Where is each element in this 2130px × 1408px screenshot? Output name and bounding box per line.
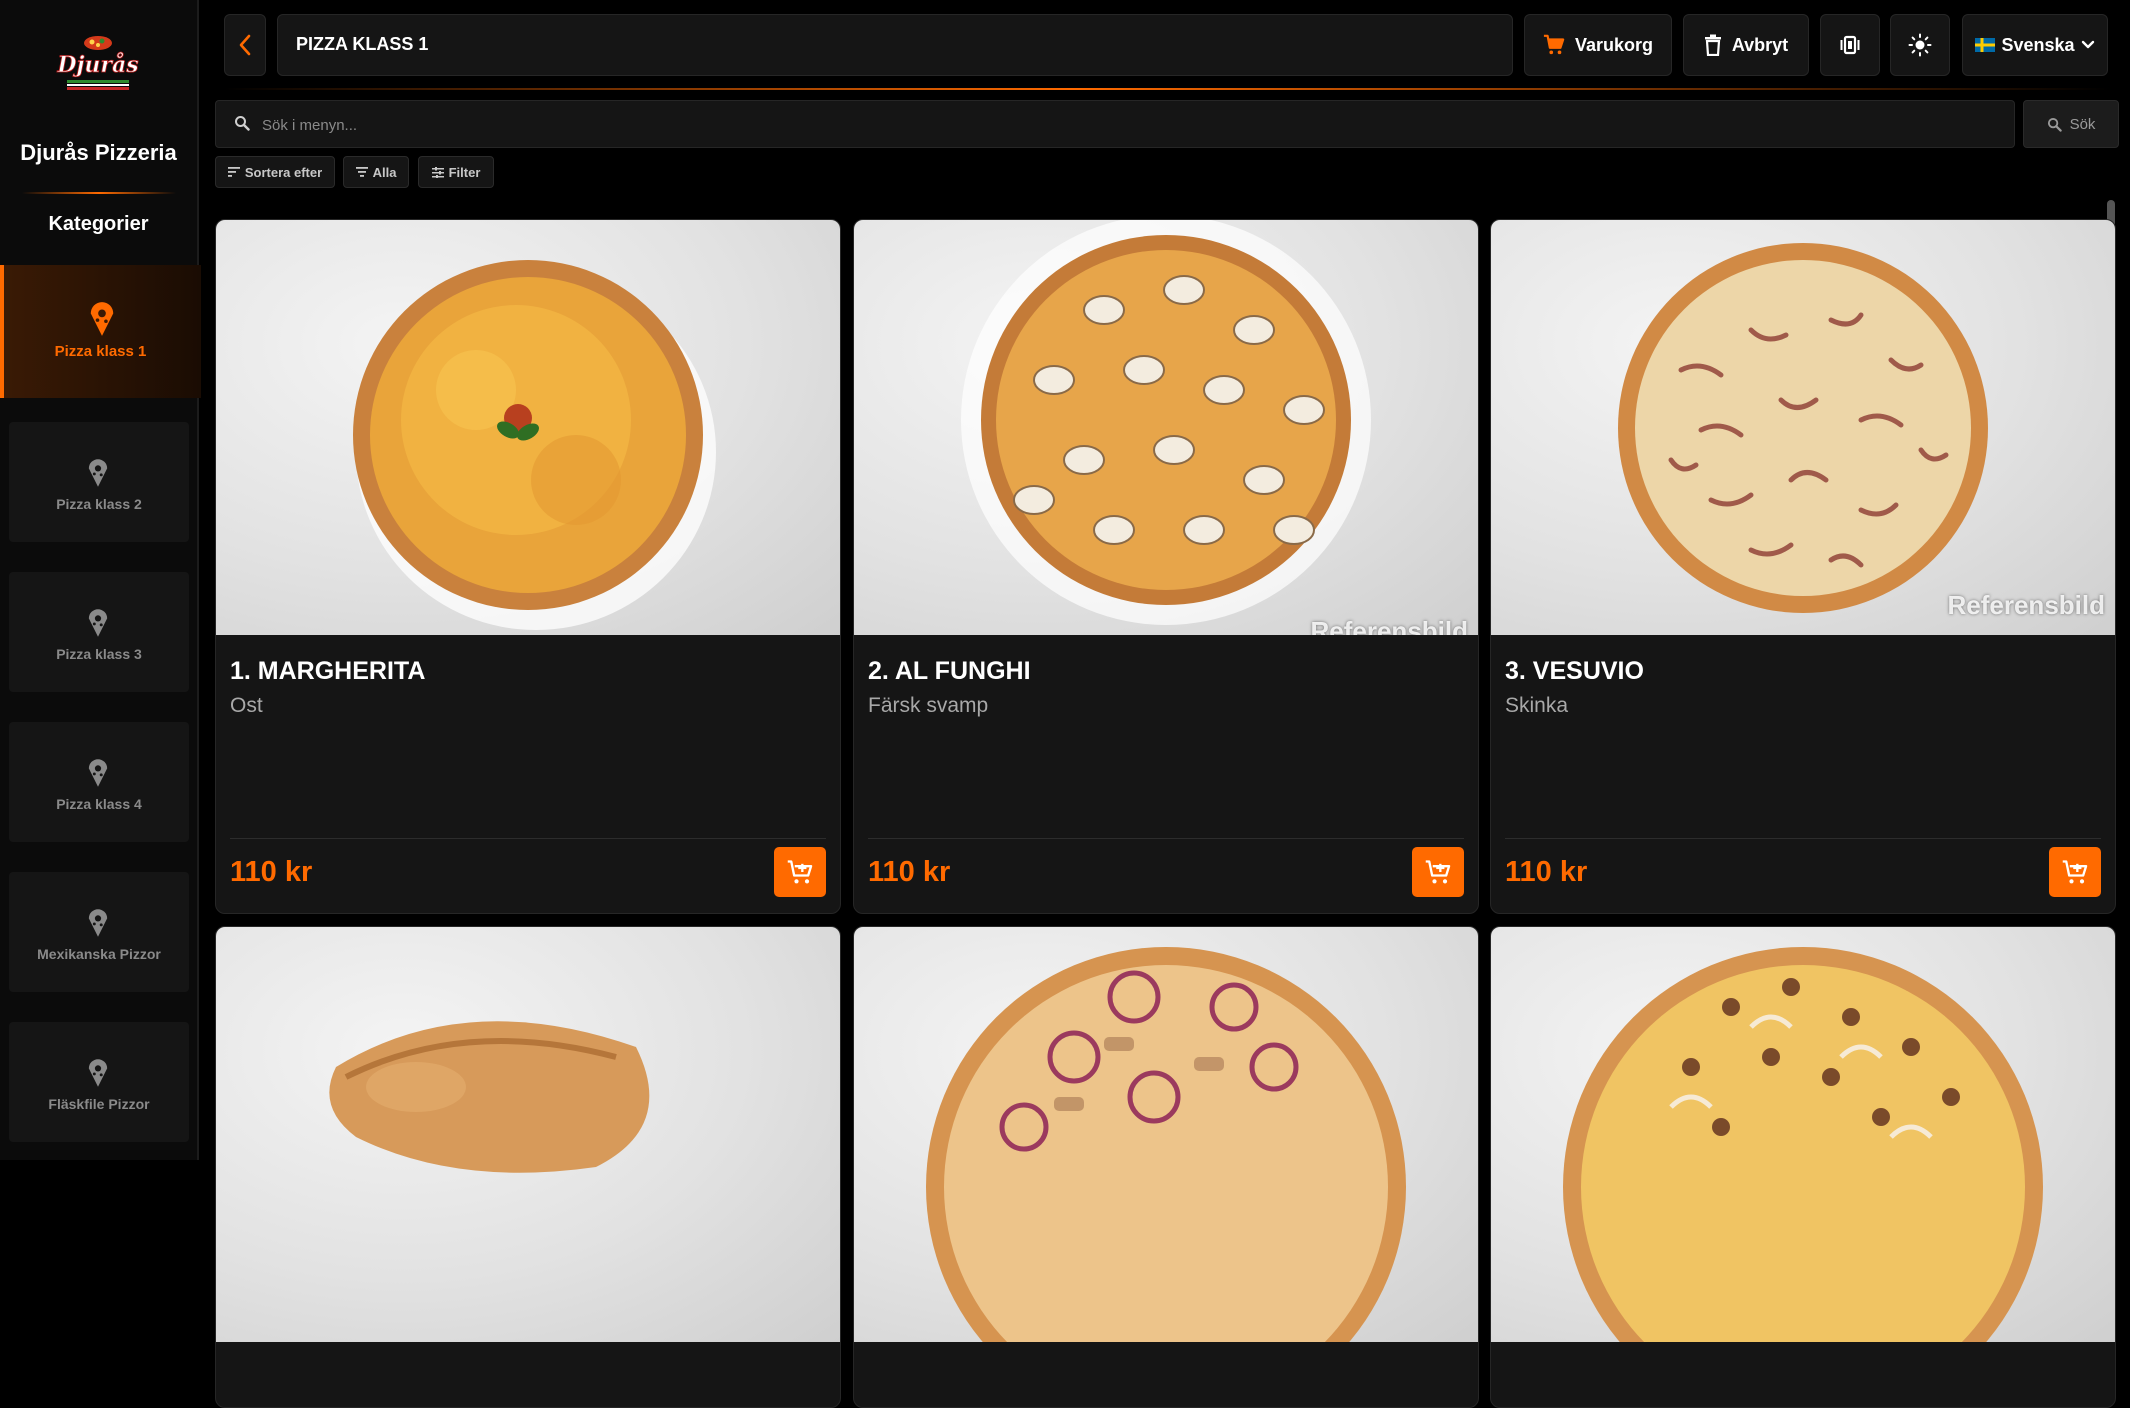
sliders-icon xyxy=(431,166,444,178)
sidebar-item-pizza-klass-3[interactable]: Pizza klass 3 xyxy=(9,572,189,692)
cancel-label: Avbryt xyxy=(1731,34,1789,55)
filter-lines-icon xyxy=(355,167,368,177)
pizza-slice-pin-icon xyxy=(90,302,114,336)
product-description: Ost xyxy=(230,694,263,717)
sidebar-item-label: Pizza klass 3 xyxy=(56,646,142,662)
product-description: Skinka xyxy=(1505,694,1569,717)
vibrate-icon xyxy=(1840,35,1860,55)
page-title-bar: PIZZA KLASS 1 xyxy=(277,14,1513,76)
language-label: Svenska xyxy=(2001,34,2075,55)
sidebar-item-label: Pizza klass 1 xyxy=(54,343,147,360)
product-name: 2. AL FUNGHI xyxy=(868,657,1031,685)
page-title: PIZZA KLASS 1 xyxy=(296,34,429,54)
sidebar: Djurås Djurås Pizzeria Kategorier Pizza … xyxy=(0,0,201,1160)
back-button[interactable] xyxy=(224,14,266,76)
pizza-slice-pin-icon xyxy=(88,909,108,937)
sidebar-item-label: Fläskfile Pizzor xyxy=(48,1096,150,1112)
brand-divider xyxy=(22,192,176,194)
search-box xyxy=(215,100,2015,148)
header-divider xyxy=(224,88,2110,90)
sort-icon xyxy=(227,167,240,177)
filter-button[interactable]: Filter xyxy=(418,156,494,188)
categories-title: Kategorier xyxy=(48,213,149,235)
product-card-calzone[interactable] xyxy=(215,926,841,1408)
brand-logo[interactable]: Djurås xyxy=(55,30,141,98)
product-image xyxy=(216,220,840,635)
pizza-slice-pin-icon xyxy=(88,1059,108,1087)
chevron-left-icon xyxy=(239,34,251,56)
cart-button[interactable]: Varukorg xyxy=(1524,14,1672,76)
add-to-cart-button[interactable] xyxy=(774,847,826,897)
product-name: 3. VESUVIO xyxy=(1505,657,1644,685)
pizza-slice-pin-icon xyxy=(88,609,108,637)
product-card-tuna[interactable] xyxy=(853,926,1479,1408)
product-image xyxy=(1491,927,2115,1342)
sidebar-item-label: Mexikanska Pizzor xyxy=(37,946,161,962)
product-card-margherita[interactable]: 1. MARGHERITA Ost 110 kr xyxy=(215,219,841,914)
product-image xyxy=(216,927,840,1342)
vibrate-button[interactable] xyxy=(1820,14,1880,76)
svg-text:Djurås: Djurås xyxy=(56,52,138,78)
cart-label: Varukorg xyxy=(1574,34,1654,55)
sun-icon xyxy=(1908,33,1932,57)
sidebar-item-label: Pizza klass 2 xyxy=(56,496,142,512)
product-price: 110 kr xyxy=(868,856,951,888)
theme-toggle-button[interactable] xyxy=(1890,14,1950,76)
search-button-label: Sök xyxy=(2069,115,2096,133)
trash-icon xyxy=(1704,34,1721,56)
search-icon xyxy=(235,116,250,131)
reference-watermark: Referensbild xyxy=(1947,590,2106,620)
pizza-slice-pin-icon xyxy=(88,459,108,487)
product-image xyxy=(854,927,1478,1342)
pizza-slice-pin-icon xyxy=(88,759,108,787)
product-description: Färsk svamp xyxy=(868,694,989,717)
swedish-flag-icon xyxy=(1975,38,1996,52)
product-image: Referensbild xyxy=(1491,220,2115,635)
product-name: 1. MARGHERITA xyxy=(230,657,426,685)
all-filter-label: Alla xyxy=(372,164,397,180)
add-to-cart-button[interactable] xyxy=(1412,847,1464,897)
add-to-cart-icon xyxy=(2062,860,2088,884)
add-to-cart-icon xyxy=(787,860,813,884)
brand-name: Djurås Pizzeria xyxy=(20,140,177,165)
sidebar-item-pizza-klass-1[interactable]: Pizza klass 1 xyxy=(0,265,201,398)
search-button[interactable]: Sök xyxy=(2023,100,2119,148)
card-divider xyxy=(868,838,1464,839)
all-filter-button[interactable]: Alla xyxy=(343,156,409,188)
product-card-beef[interactable] xyxy=(1490,926,2116,1408)
product-image: Referensbild xyxy=(854,220,1478,635)
add-to-cart-button[interactable] xyxy=(2049,847,2101,897)
sidebar-item-pizza-klass-2[interactable]: Pizza klass 2 xyxy=(9,422,189,542)
product-price: 110 kr xyxy=(230,856,313,888)
sidebar-item-mexikanska-pizzor[interactable]: Mexikanska Pizzor xyxy=(9,872,189,992)
add-to-cart-icon xyxy=(1425,860,1451,884)
cart-icon xyxy=(1543,34,1565,55)
search-input[interactable] xyxy=(260,111,1964,139)
chevron-down-icon xyxy=(2081,40,2094,49)
language-select[interactable]: Svenska xyxy=(1962,14,2108,76)
sort-label: Sortera efter xyxy=(244,164,323,180)
reference-watermark: Referensbild xyxy=(1310,616,1469,635)
filter-label: Filter xyxy=(448,164,481,180)
cancel-button[interactable]: Avbryt xyxy=(1683,14,1809,76)
card-divider xyxy=(230,838,826,839)
search-icon xyxy=(2047,117,2062,132)
sidebar-item-label: Pizza klass 4 xyxy=(56,796,142,812)
product-card-al-funghi[interactable]: Referensbild 2. AL FUNGHI Färsk svamp 11… xyxy=(853,219,1479,914)
sort-button[interactable]: Sortera efter xyxy=(215,156,335,188)
product-card-vesuvio[interactable]: Referensbild 3. VESUVIO Skinka 110 kr xyxy=(1490,219,2116,914)
sidebar-item-pizza-klass-4[interactable]: Pizza klass 4 xyxy=(9,722,189,842)
product-price: 110 kr xyxy=(1505,856,1588,888)
card-divider xyxy=(1505,838,2101,839)
sidebar-item-flaskfile-pizzor[interactable]: Fläskfile Pizzor xyxy=(9,1022,189,1142)
